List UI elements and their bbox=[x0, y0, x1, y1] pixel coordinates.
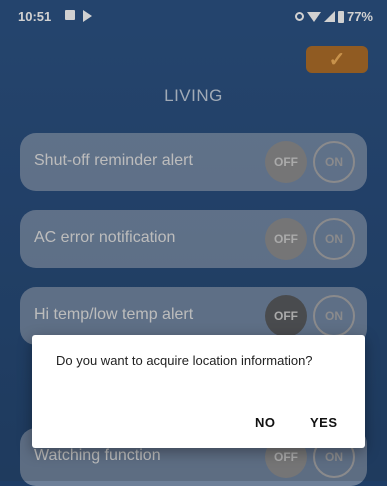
no-button[interactable]: NO bbox=[255, 415, 276, 430]
dialog-message: Do you want to acquire location informat… bbox=[56, 353, 313, 368]
location-permission-dialog: Do you want to acquire location informat… bbox=[32, 335, 365, 448]
yes-button[interactable]: YES bbox=[310, 415, 338, 430]
